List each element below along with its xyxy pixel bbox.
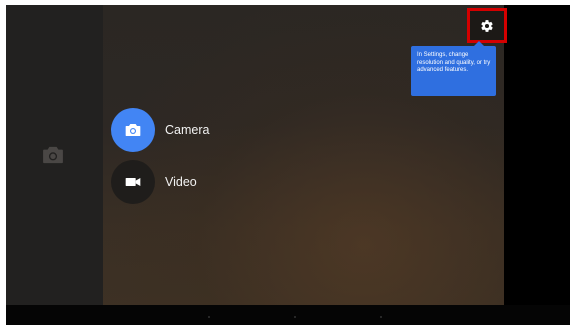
settings-tooltip-text: In Settings, change resolution and quali…	[417, 52, 491, 73]
nav-recents-dot[interactable]	[380, 316, 382, 318]
camera-mode-button[interactable]	[111, 108, 155, 152]
camera-app-window: In Settings, change resolution and quali…	[6, 5, 570, 325]
camera-icon[interactable]	[42, 146, 64, 164]
right-panel	[504, 5, 570, 305]
video-mode-option[interactable]: Video	[111, 160, 197, 204]
video-icon	[125, 178, 141, 186]
navigation-bar	[6, 305, 570, 325]
camera-mode-label[interactable]: Camera	[165, 123, 209, 137]
gear-icon	[481, 20, 493, 32]
video-mode-label[interactable]: Video	[165, 175, 197, 189]
settings-button[interactable]	[467, 8, 507, 43]
camera-mode-option[interactable]: Camera	[111, 108, 209, 152]
nav-back-dot[interactable]	[208, 316, 210, 318]
settings-tooltip: In Settings, change resolution and quali…	[411, 41, 496, 96]
left-control-panel	[6, 5, 103, 305]
camera-icon	[125, 124, 141, 136]
nav-home-dot[interactable]	[294, 316, 296, 318]
video-mode-button[interactable]	[111, 160, 155, 204]
